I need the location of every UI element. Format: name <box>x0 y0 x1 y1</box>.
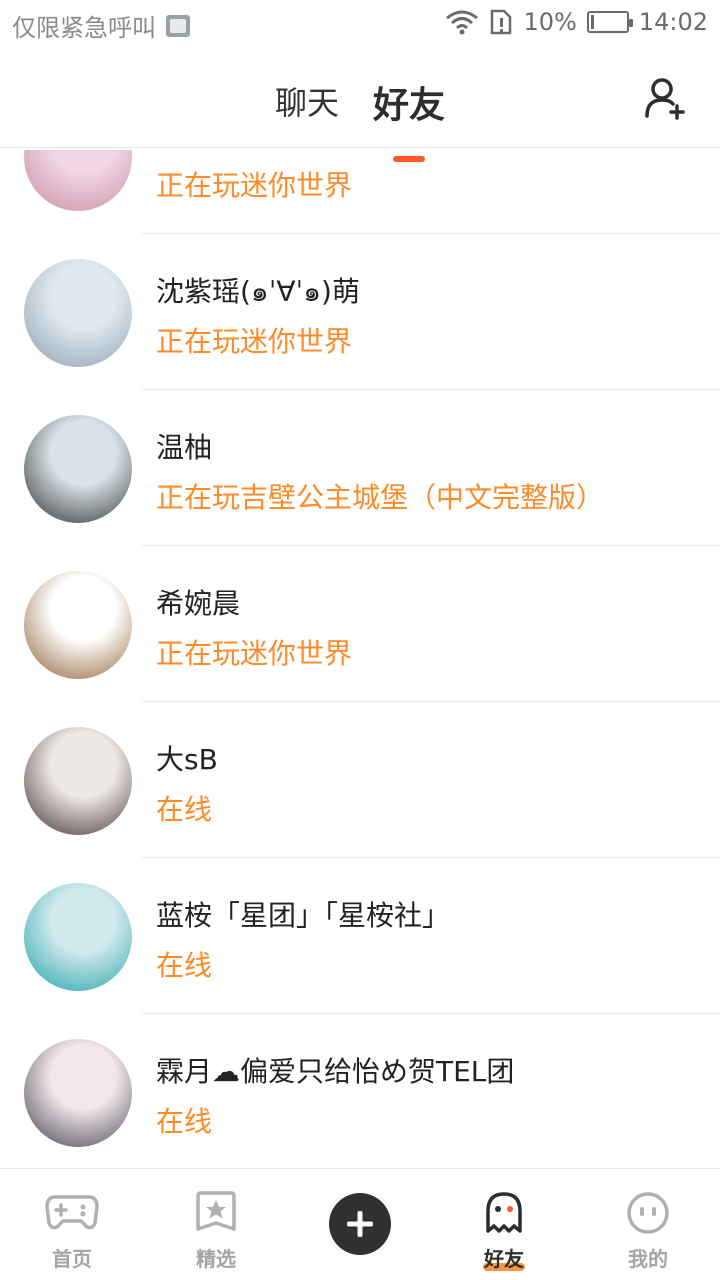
avatar <box>24 415 132 523</box>
friend-row[interactable]: 希婉晨 正在玩迷你世界 <box>0 546 720 702</box>
battery-percent: 10% <box>523 8 577 36</box>
friend-status: 在线 <box>156 949 213 982</box>
tab-friends[interactable]: 好友 <box>373 76 446 162</box>
friend-row[interactable]: 大sB 在线 <box>0 702 720 858</box>
sim-alert-icon <box>491 9 512 35</box>
avatar <box>24 727 132 835</box>
nav-friends[interactable]: 好友 <box>432 1169 576 1280</box>
ghost-icon <box>486 1192 522 1233</box>
friend-status: 正在玩迷你世界 <box>156 325 353 358</box>
clock: 14:02 <box>638 8 708 36</box>
friend-status: 正在玩迷你世界 <box>156 637 353 670</box>
tab-friends-label: 好友 <box>373 85 446 126</box>
avatar <box>24 259 132 367</box>
status-bar: 仅限紧急呼叫 10% 14:02 <box>0 0 720 50</box>
friend-status: 在线 <box>156 793 213 826</box>
avatar <box>24 883 132 991</box>
nav-me-label: 我的 <box>628 1247 668 1271</box>
add-user-icon[interactable] <box>644 76 690 122</box>
battery-level <box>590 15 594 29</box>
avatar <box>24 1039 132 1147</box>
friend-row[interactable]: 蓝桉「星团」「星桉社」 在线 <box>0 858 720 1014</box>
image-notification-icon <box>166 14 190 37</box>
friend-name: 希婉晨 <box>156 587 241 620</box>
nav-home-label: 首页 <box>52 1247 92 1271</box>
carrier-text: 仅限紧急呼叫 <box>12 14 156 42</box>
star-icon <box>196 1191 236 1231</box>
battery-icon <box>586 11 633 33</box>
friend-name: 温柚 <box>156 431 213 464</box>
nav-home[interactable]: 首页 <box>0 1169 144 1280</box>
friend-name: 霖月☁偏爱只给怡め贺TEL团 <box>156 1055 515 1088</box>
friend-row[interactable]: 霖月☁偏爱只给怡め贺TEL团 在线 <box>0 1014 720 1166</box>
tab-chat-label: 聊天 <box>274 84 339 122</box>
face-icon <box>627 1192 669 1234</box>
status-right: 10% 14:02 <box>445 8 708 36</box>
status-left: 仅限紧急呼叫 <box>12 8 190 43</box>
friend-name: 大sB <box>156 743 218 776</box>
bottom-nav: 首页 精选 好友 我的 <box>0 1168 720 1280</box>
wifi-icon <box>446 10 479 35</box>
friend-list[interactable]: 正在玩迷你世界 沈紫瑶(๑ˈ∀ˈ๑)萌 正在玩迷你世界 温柚 正在玩吉壁公主城堡… <box>0 150 720 1166</box>
tab-chat[interactable]: 聊天 <box>275 78 339 128</box>
nav-featured[interactable]: 精选 <box>144 1169 288 1280</box>
header: 聊天 好友 <box>0 50 720 162</box>
nav-me[interactable]: 我的 <box>576 1169 720 1280</box>
friend-status: 在线 <box>156 1105 213 1138</box>
friend-row[interactable]: 沈紫瑶(๑ˈ∀ˈ๑)萌 正在玩迷你世界 <box>0 234 720 390</box>
create-button[interactable] <box>329 1193 391 1255</box>
gamepad-icon <box>45 1195 99 1230</box>
tab-bar: 聊天 好友 <box>0 76 720 162</box>
nav-featured-label: 精选 <box>196 1247 236 1271</box>
friend-name: 沈紫瑶(๑ˈ∀ˈ๑)萌 <box>156 275 360 308</box>
friend-row[interactable]: 温柚 正在玩吉壁公主城堡（中文完整版） <box>0 390 720 546</box>
friend-row[interactable]: 正在玩迷你世界 <box>0 150 720 234</box>
friend-status: 正在玩吉壁公主城堡（中文完整版） <box>156 481 605 514</box>
friend-name: 蓝桉「星团」「星桉社」 <box>156 899 451 932</box>
avatar <box>24 571 132 679</box>
nav-friends-label: 好友 <box>484 1247 524 1271</box>
avatar <box>24 150 132 211</box>
friend-status: 正在玩迷你世界 <box>156 169 353 202</box>
